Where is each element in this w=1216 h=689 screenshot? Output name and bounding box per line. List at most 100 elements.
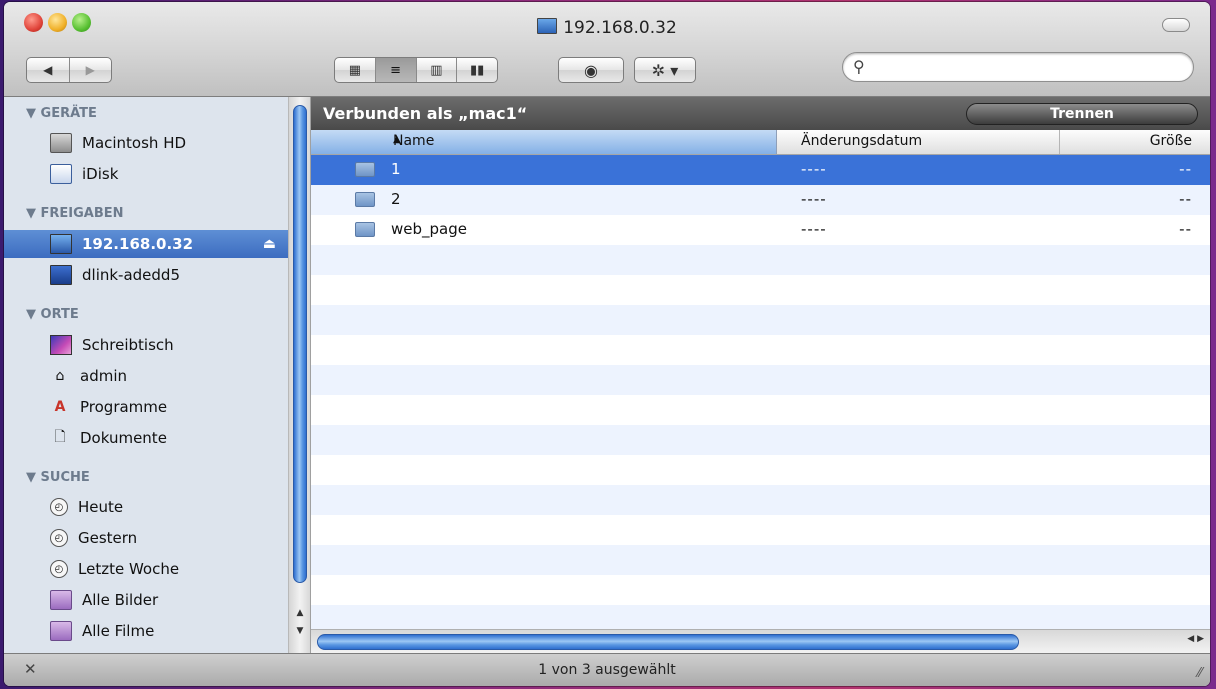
clock-icon: ◴ <box>50 498 68 516</box>
file-size: -- <box>1179 220 1192 238</box>
sidebar-item-label: admin <box>80 367 127 385</box>
file-rows: 1 ---- -- 2 ---- -- web_page ---- -- <box>311 155 1210 635</box>
back-arrow-icon: ◀ <box>43 63 53 77</box>
titlebar: 192.168.0.32 ◀ ▶ ▦ ≡ ▥ ▮▮ ◉ ✲ ▾ ⚲ <box>4 2 1210 97</box>
sidebar-item-schreibtisch[interactable]: Schreibtisch <box>4 331 288 359</box>
sidebar-item-label: Heute <box>78 498 124 516</box>
sidebar-item-idisk[interactable]: iDisk <box>4 160 288 188</box>
sidebar-item-programme[interactable]: A Programme <box>4 393 288 421</box>
empty-row <box>311 545 1210 575</box>
list-view-icon: ≡ <box>390 62 402 78</box>
hard-disk-icon <box>50 133 72 153</box>
back-button[interactable]: ◀ <box>27 58 69 82</box>
empty-row <box>311 395 1210 425</box>
column-header-name[interactable]: Name ▲ <box>311 130 777 154</box>
column-header-size[interactable]: Größe <box>1150 133 1192 149</box>
sidebar-scrollbar[interactable]: ▲ ▼ <box>288 97 310 653</box>
sidebar-item-dlink-adedd5[interactable]: dlink-adedd5 <box>4 261 288 289</box>
file-list-pane: Verbunden als „mac1“ Trennen Name ▲ Ände… <box>311 97 1210 653</box>
connection-status: Verbunden als „mac1“ <box>323 104 528 123</box>
sidebar-item-label: Letzte Woche <box>78 560 180 578</box>
status-bar: ✕ 1 von 3 ausgewählt ⁄⁄ <box>4 653 1210 686</box>
scroll-down-arrow-icon[interactable]: ▼ <box>289 623 310 639</box>
empty-row <box>311 275 1210 305</box>
folder-icon <box>355 192 375 207</box>
empty-row <box>311 575 1210 605</box>
search-field[interactable]: ⚲ <box>842 52 1194 82</box>
section-orte[interactable]: ▼ ORTE <box>26 307 79 322</box>
sidebar-item-label: iDisk <box>82 165 119 183</box>
sidebar-item-macintosh-hd[interactable]: Macintosh HD <box>4 129 288 157</box>
sidebar-item-192-168-0-32[interactable]: 192.168.0.32 ⏏ <box>4 230 288 258</box>
resize-grip-icon[interactable]: ⁄⁄ <box>1198 666 1202 681</box>
folder-icon <box>355 162 375 177</box>
empty-row <box>311 245 1210 275</box>
applications-icon: A <box>54 399 66 415</box>
sidebar-item-heute[interactable]: ◴ Heute <box>4 493 288 521</box>
file-size: -- <box>1179 160 1192 178</box>
sidebar-scroll-thumb[interactable] <box>293 105 307 583</box>
sidebar-item-letzte-woche[interactable]: ◴ Letzte Woche <box>4 555 288 583</box>
coverflow-view-icon: ▮▮ <box>469 62 485 78</box>
icon-view-icon: ▦ <box>348 62 362 78</box>
sidebar-item-label: dlink-adedd5 <box>82 266 180 284</box>
idisk-icon <box>50 164 72 184</box>
empty-row <box>311 335 1210 365</box>
forward-arrow-icon: ▶ <box>85 63 95 77</box>
column-view-button[interactable]: ▥ <box>415 58 457 82</box>
gear-icon: ✲ ▾ <box>651 60 679 80</box>
disconnect-button[interactable]: Trennen <box>966 103 1198 125</box>
list-view-button[interactable]: ≡ <box>374 58 416 82</box>
file-name: web_page <box>391 220 467 238</box>
eject-icon[interactable]: ⏏ <box>263 236 276 252</box>
scroll-up-arrow-icon[interactable]: ▲ <box>289 605 310 621</box>
smart-folder-icon <box>50 621 72 641</box>
sidebar-item-alle-bilder[interactable]: Alle Bilder <box>4 586 288 614</box>
column-divider[interactable] <box>1059 130 1060 154</box>
empty-row <box>311 515 1210 545</box>
sidebar-item-label: Alle Filme <box>82 622 155 640</box>
table-row[interactable]: web_page ---- -- <box>311 215 1210 245</box>
empty-row <box>311 425 1210 455</box>
column-header-date[interactable]: Änderungsdatum <box>801 133 922 149</box>
sidebar: ▼ GERÄTE Macintosh HD iDisk ▼ FREIGABEN … <box>4 97 311 653</box>
sidebar-item-label: Programme <box>80 398 168 416</box>
sidebar-item-label: 192.168.0.32 <box>82 235 194 253</box>
sidebar-item-dokumente[interactable]: 🗋 Dokumente <box>4 424 288 452</box>
section-suche[interactable]: ▼ SUCHE <box>26 470 90 485</box>
sidebar-item-label: Gestern <box>78 529 138 547</box>
scroll-left-right-arrows-icon[interactable]: ◀ ▶ <box>1187 634 1204 644</box>
sidebar-item-alle-filme[interactable]: Alle Filme <box>4 617 288 645</box>
table-row[interactable]: 1 ---- -- <box>311 155 1210 185</box>
home-icon: ⌂ <box>55 368 65 384</box>
sidebar-item-gestern[interactable]: ◴ Gestern <box>4 524 288 552</box>
section-geraete[interactable]: ▼ GERÄTE <box>26 106 97 121</box>
connection-bar: Verbunden als „mac1“ Trennen <box>311 97 1210 130</box>
eye-icon: ◉ <box>584 60 598 80</box>
window-title: 192.168.0.32 <box>4 18 1210 38</box>
coverflow-view-button[interactable]: ▮▮ <box>456 58 497 82</box>
section-freigaben[interactable]: ▼ FREIGABEN <box>26 206 124 221</box>
search-input[interactable] <box>873 58 1187 78</box>
toolbar-toggle-button[interactable] <box>1162 18 1190 32</box>
sidebar-item-admin[interactable]: ⌂ admin <box>4 362 288 390</box>
network-computer-icon <box>537 18 558 34</box>
sort-ascending-icon: ▲ <box>393 134 401 145</box>
empty-row <box>311 455 1210 485</box>
horizontal-scroll-thumb[interactable] <box>317 634 1019 650</box>
file-name: 2 <box>391 190 401 208</box>
file-name: 1 <box>391 160 401 178</box>
file-date: ---- <box>801 160 827 178</box>
network-computer-icon <box>50 265 72 285</box>
empty-row <box>311 485 1210 515</box>
horizontal-scrollbar[interactable]: ◀ ▶ <box>311 629 1210 653</box>
file-size: -- <box>1179 190 1192 208</box>
table-row[interactable]: 2 ---- -- <box>311 185 1210 215</box>
empty-row <box>311 365 1210 395</box>
icon-view-button[interactable]: ▦ <box>335 58 375 82</box>
network-computer-icon <box>50 234 72 254</box>
forward-button[interactable]: ▶ <box>68 58 112 82</box>
quick-look-button[interactable]: ◉ <box>558 57 624 83</box>
finder-window: 192.168.0.32 ◀ ▶ ▦ ≡ ▥ ▮▮ ◉ ✲ ▾ ⚲ ▼ GERÄ… <box>4 2 1210 686</box>
action-menu-button[interactable]: ✲ ▾ <box>634 57 696 83</box>
